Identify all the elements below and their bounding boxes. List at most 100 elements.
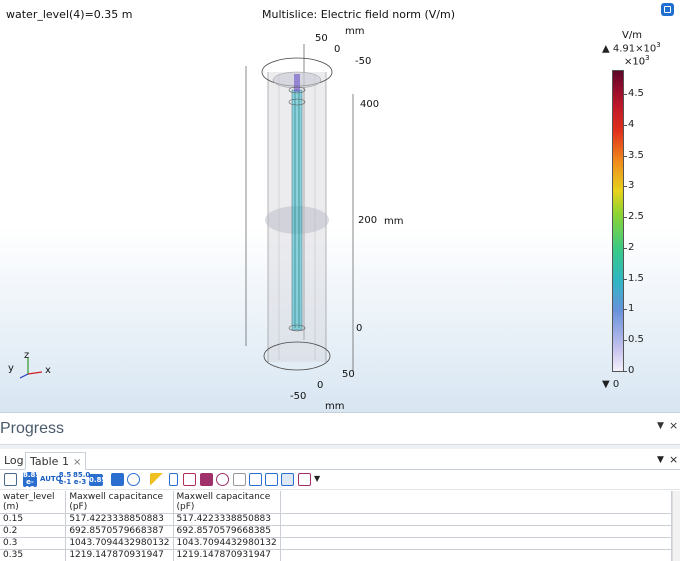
table-header-row: water_level (m) Maxwell capacitance (pF)… xyxy=(0,491,672,514)
tab-table-1-label: Table 1 xyxy=(30,455,69,468)
window-divider[interactable] xyxy=(0,444,680,449)
table-cell-empty xyxy=(280,513,672,526)
copy-full-precision-icon[interactable] xyxy=(281,473,294,486)
table-cell-empty xyxy=(280,549,672,561)
min-marker-icon: ▼ xyxy=(602,379,610,390)
colorbar-tick-label: 3.5 xyxy=(623,149,644,161)
tab-log[interactable]: Log xyxy=(0,452,28,470)
dropdown-triangle-icon[interactable]: ▼ xyxy=(657,455,664,465)
dropdown-triangle-icon[interactable]: ▼ xyxy=(314,474,320,483)
colorbar-tick-label: 1.5 xyxy=(623,272,644,284)
triad-x-label: x xyxy=(45,365,51,376)
table-row[interactable]: 0.3 1043.7094432980132 1043.709443298013… xyxy=(0,537,672,550)
results-table: water_level (m) Maxwell capacitance (pF)… xyxy=(0,491,672,561)
table-row[interactable]: 0.2 692.8570579668387 692.8570579668385 xyxy=(0,525,672,538)
colorbar-max: ▲ 4.91×103 xyxy=(602,41,661,54)
triad-y-label: y xyxy=(8,363,14,374)
colorbar-scale-label: ×10 xyxy=(624,56,646,68)
copy-all-icon[interactable] xyxy=(265,473,278,486)
table-grid-icon[interactable] xyxy=(111,473,124,486)
top-y-label-minus50: -50 xyxy=(355,56,372,67)
triad-z-label: z xyxy=(24,350,30,361)
table-cell[interactable]: 517.4223338850883 xyxy=(173,513,281,526)
bottom-mm-label: mm xyxy=(325,401,345,412)
colorbar-unit: V/m xyxy=(622,30,642,41)
z-label-0: 0 xyxy=(356,323,363,334)
graphics-canvas[interactable]: water_level(4)=0.35 m Multislice: Electr… xyxy=(0,0,680,412)
clear-icon[interactable] xyxy=(169,473,178,486)
column-header[interactable]: water_level (m) xyxy=(0,491,67,514)
table-cell[interactable]: 1043.7094432980132 xyxy=(173,537,281,550)
table-scrollbar[interactable] xyxy=(672,491,680,561)
column-header[interactable]: Maxwell capacitance (pF) xyxy=(65,491,174,514)
copy-with-headers-icon[interactable] xyxy=(249,473,262,486)
table-cell[interactable]: 517.4223338850883 xyxy=(65,513,174,526)
fmt3b: e-3 xyxy=(73,478,87,486)
decimal-format-icon[interactable]: 8.85 e-12 xyxy=(23,472,40,493)
z-unit-mm: mm xyxy=(384,216,404,227)
colorbar-gradient xyxy=(612,70,624,372)
colorbar-tick-label: 4 xyxy=(622,118,635,130)
color-table-icon[interactable] xyxy=(200,473,213,486)
table-settings-icon[interactable] xyxy=(298,473,311,486)
colorbar-tick-label: 2.5 xyxy=(623,211,644,223)
engineering-format-icon[interactable]: 85.0 e-3 xyxy=(73,472,90,486)
colorbar-min: ▼ 0 xyxy=(602,379,619,390)
fmt2b: e-1 xyxy=(58,478,72,486)
sync-icon[interactable] xyxy=(127,473,140,486)
table-cell[interactable]: 0.2 xyxy=(0,525,67,538)
z-label-200: 200 xyxy=(358,215,378,226)
bottom-x-label-minus50: -50 xyxy=(290,391,307,402)
table-cell[interactable]: 0.15 xyxy=(0,513,67,526)
graphics-window-icon[interactable] xyxy=(661,3,674,16)
z-label-400: 400 xyxy=(360,99,380,110)
close-icon[interactable]: × xyxy=(73,457,81,468)
full-precision-icon[interactable]: 0.85 xyxy=(89,474,106,486)
tab-bar: Log Table 1 × ▼ × xyxy=(0,450,680,470)
colorbar-min-value: 0 xyxy=(612,379,620,390)
table-row[interactable]: 0.35 1219.147870931947 1219.147870931947 xyxy=(0,549,672,561)
table-cell[interactable]: 692.8570579668387 xyxy=(65,525,174,538)
table-row[interactable]: 0.15 517.4223338850883 517.4223338850883 xyxy=(0,513,672,526)
colorbar-tick-label: 4.5 xyxy=(623,88,644,100)
close-icon[interactable]: × xyxy=(669,419,678,432)
tab-table-1[interactable]: Table 1 × xyxy=(25,452,87,470)
colorbar-tick-label: 1 xyxy=(622,303,635,315)
top-y-label-50: 50 xyxy=(315,33,328,44)
results-table-container: water_level (m) Maxwell capacitance (pF)… xyxy=(0,491,672,561)
colorbar-scale-exp: 3 xyxy=(645,54,650,62)
app-window: water_level(4)=0.35 m Multislice: Electr… xyxy=(0,0,680,561)
export-table-icon[interactable] xyxy=(183,473,196,486)
3d-plot[interactable] xyxy=(0,0,600,412)
bottom-x-label-0: 0 xyxy=(317,380,324,391)
colorbar-tick-label: 3 xyxy=(622,180,635,192)
table-cell-empty xyxy=(280,537,672,550)
table-cell[interactable]: 1219.147870931947 xyxy=(173,549,281,561)
dropdown-triangle-icon[interactable]: ▼ xyxy=(657,421,664,431)
column-header[interactable]: Maxwell capacitance (pF) xyxy=(173,491,281,514)
copy-icon[interactable] xyxy=(233,473,246,486)
bottom-x-label-50: 50 xyxy=(342,369,355,380)
colorbar-tick-label: 2 xyxy=(622,241,635,253)
column-header-empty xyxy=(280,491,672,514)
table-cell-empty xyxy=(280,525,672,538)
top-y-label-0: 0 xyxy=(334,44,341,55)
table-cell[interactable]: 692.8570579668385 xyxy=(173,525,281,538)
table-cell[interactable]: 1219.147870931947 xyxy=(65,549,174,561)
tab-log-label: Log xyxy=(4,454,24,467)
precision-format-icon[interactable]: 8.5 e-1 xyxy=(58,472,72,486)
table-icon[interactable] xyxy=(4,473,17,486)
max-marker-icon: ▲ xyxy=(602,43,610,55)
colorbar-scale: ×103 xyxy=(624,54,650,67)
colorbar-tick-label: 0 xyxy=(622,365,635,376)
colorbar-max-exp: 3 xyxy=(656,41,661,49)
table-cell[interactable]: 0.3 xyxy=(0,537,67,550)
table-cell[interactable]: 0.35 xyxy=(0,549,67,561)
heat-map-icon[interactable] xyxy=(216,473,229,486)
auto-format-icon[interactable]: AUTO xyxy=(40,476,62,483)
filter-icon[interactable] xyxy=(150,473,163,486)
table-cell[interactable]: 1043.7094432980132 xyxy=(65,537,174,550)
colorbar-tick-label: 0.5 xyxy=(623,334,644,346)
close-icon[interactable]: × xyxy=(669,453,678,466)
table-toolbar: 8.85 e-12 AUTO 8.5 e-1 85.0 e-3 0.85 ▼ xyxy=(0,470,680,493)
